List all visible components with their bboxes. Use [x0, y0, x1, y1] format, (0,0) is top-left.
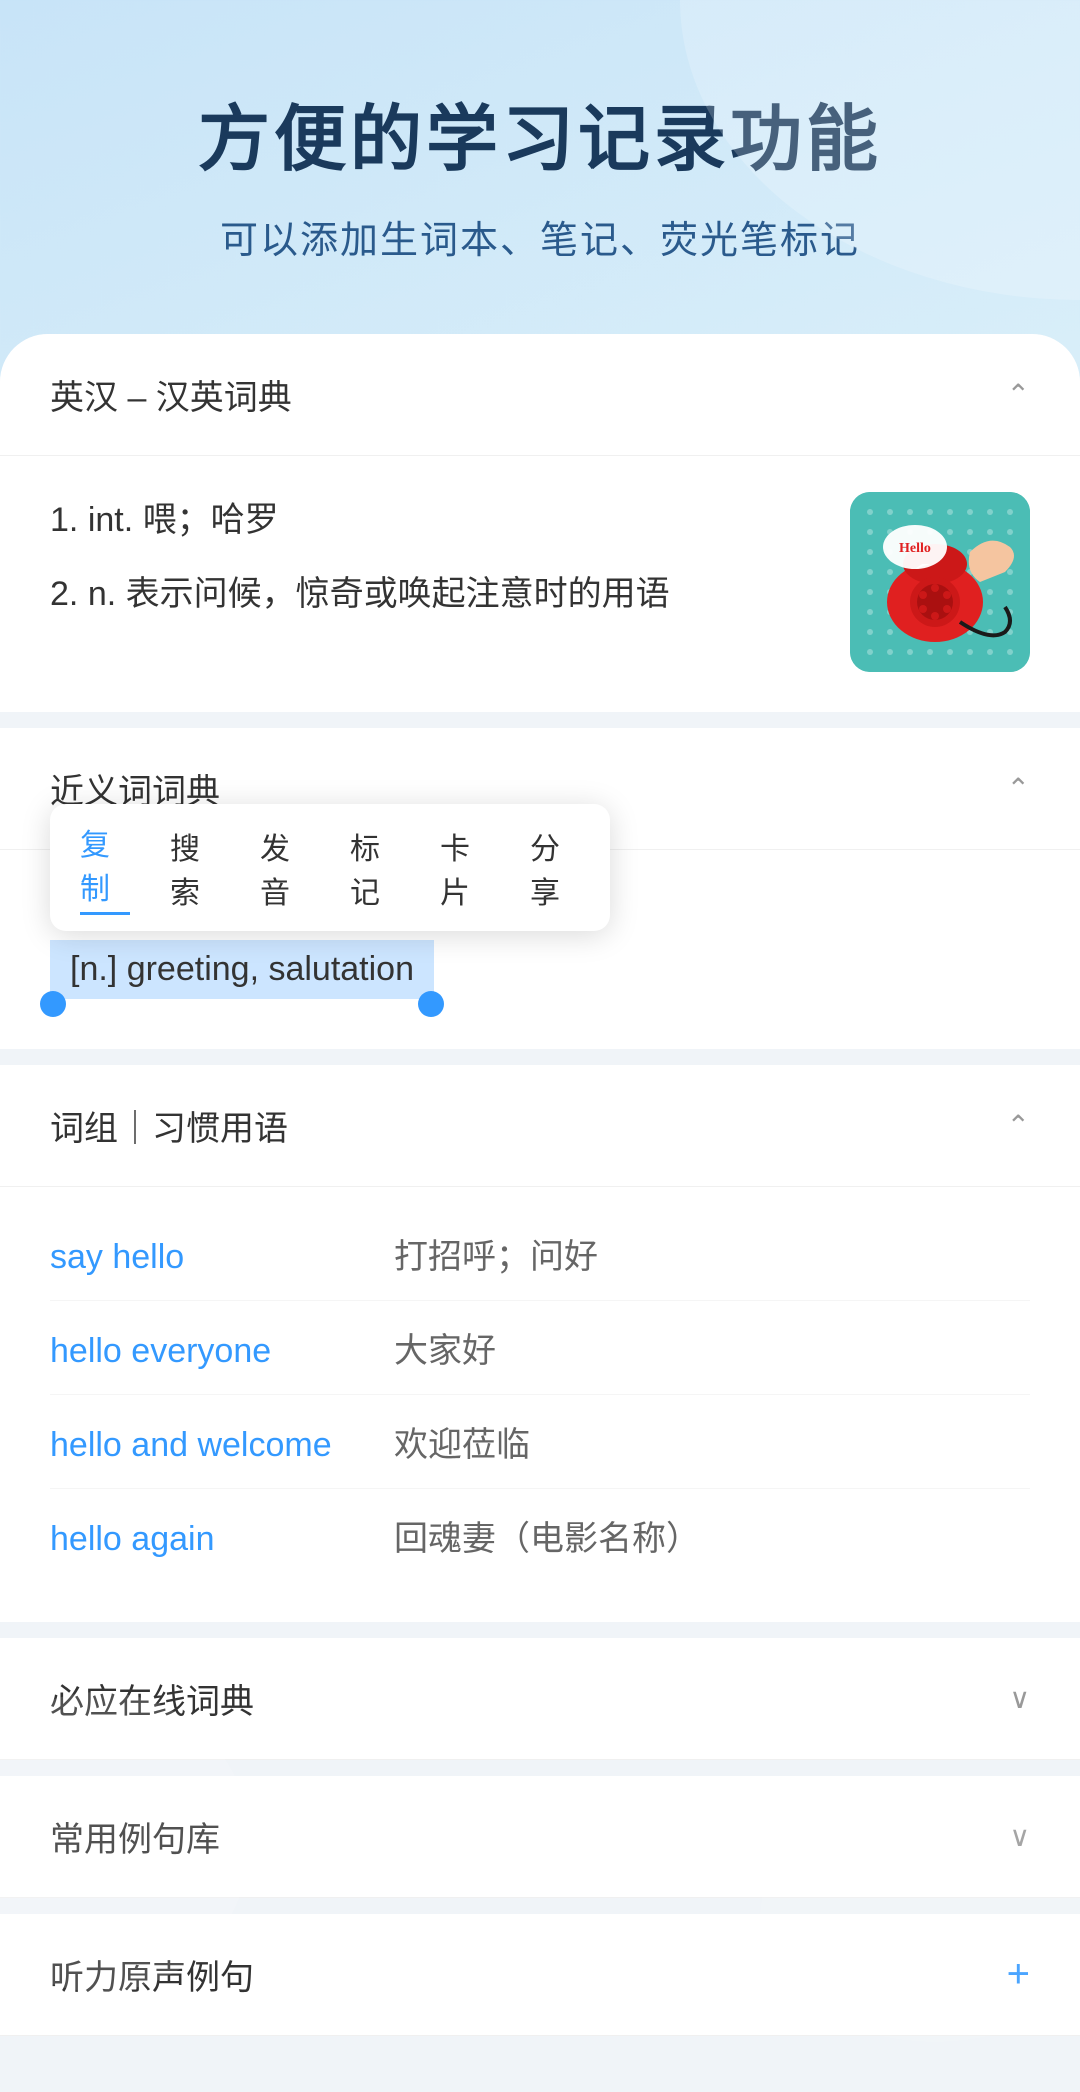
chevron-up-icon-syn: ⌃: [1007, 772, 1030, 805]
def-num-2: 2.: [50, 575, 88, 613]
phrase-zh-4: 回魂妻（电影名称）: [394, 1511, 700, 1560]
context-menu-card[interactable]: 卡片: [440, 824, 490, 912]
chevron-down-icon-changyong: ∨: [1010, 1820, 1031, 1853]
def-text-1: int. 喂；哈罗: [88, 501, 279, 539]
context-menu: 复制 搜索 发音 标记 卡片 分享: [50, 804, 610, 931]
phrases-title: 词组｜习惯用语: [50, 1101, 288, 1150]
phrase-item-3[interactable]: hello and welcome 欢迎莅临: [50, 1395, 1030, 1489]
phrase-item-4[interactable]: hello again 回魂妻（电影名称）: [50, 1489, 1030, 1582]
biying-title: 必应在线词典: [50, 1674, 254, 1723]
context-menu-copy[interactable]: 复制: [80, 820, 130, 915]
header-subtitle: 可以添加生词本、笔记、荧光笔标记: [60, 209, 1020, 264]
changyong-header[interactable]: 常用例句库 ∨: [0, 1776, 1080, 1898]
phrase-item-1[interactable]: say hello 打招呼；问好: [50, 1207, 1030, 1301]
tingli-title: 听力原声例句: [50, 1950, 254, 1999]
header-title: 方便的学习记录功能: [60, 80, 1020, 185]
definition-2: 2. n. 表示问候，惊奇或唤起注意时的用语: [50, 566, 820, 624]
english-chinese-title: 英汉 – 汉英词典: [50, 370, 292, 419]
changyong-title: 常用例句库: [50, 1812, 220, 1861]
chevron-up-icon-ec: ⌃: [1007, 378, 1030, 411]
svg-text:Hello: Hello: [899, 541, 931, 556]
definition-1: 1. int. 喂；哈罗: [50, 492, 820, 550]
phrase-en-3: hello and welcome: [50, 1426, 370, 1465]
def-text-2: n. 表示问候，惊奇或唤起注意时的用语: [88, 575, 670, 613]
english-chinese-header[interactable]: 英汉 – 汉英词典 ⌃: [0, 334, 1080, 456]
context-menu-search[interactable]: 搜索: [170, 824, 220, 912]
selection-handle-left: [40, 991, 66, 1017]
context-menu-pronounce[interactable]: 发音: [260, 824, 310, 912]
biying-header[interactable]: 必应在线词典 ∨: [0, 1638, 1080, 1760]
plus-icon-tingli[interactable]: +: [1007, 1952, 1030, 1997]
main-card: 英汉 – 汉英词典 ⌃ 1. int. 喂；哈罗 2. n. 表示问候，惊奇或唤…: [0, 334, 1080, 2092]
context-menu-share[interactable]: 分享: [530, 824, 580, 912]
phrase-en-1: say hello: [50, 1238, 370, 1277]
phrase-en-2: hello everyone: [50, 1332, 370, 1371]
selection-handle-right: [418, 991, 444, 1017]
header: 方便的学习记录功能 可以添加生词本、笔记、荧光笔标记: [0, 0, 1080, 314]
phrases-section: 词组｜习惯用语 ⌃ say hello 打招呼；问好 hello everyon…: [0, 1065, 1080, 1622]
phrases-content: say hello 打招呼；问好 hello everyone 大家好 hell…: [0, 1187, 1080, 1622]
english-chinese-content: 1. int. 喂；哈罗 2. n. 表示问候，惊奇或唤起注意时的用语: [0, 456, 1080, 712]
highlighted-text-container: [n.] greeting, salutation: [50, 940, 434, 999]
dict-definitions: 1. int. 喂；哈罗 2. n. 表示问候，惊奇或唤起注意时的用语: [50, 492, 820, 640]
def-num-1: 1.: [50, 501, 88, 539]
synonyms-section: 近义词词典 ⌃ 复制 搜索 发音 标记 卡片 分享 [n.] greeting,…: [0, 728, 1080, 1049]
phrase-item-2[interactable]: hello everyone 大家好: [50, 1301, 1030, 1395]
phrase-zh-1: 打招呼；问好: [394, 1229, 598, 1278]
context-menu-mark[interactable]: 标记: [350, 824, 400, 912]
chevron-up-icon-phrases: ⌃: [1007, 1109, 1030, 1142]
tingli-section: 听力原声例句 +: [0, 1914, 1080, 2036]
biying-section: 必应在线词典 ∨: [0, 1638, 1080, 1760]
highlighted-text: [n.] greeting, salutation: [50, 940, 434, 999]
english-chinese-section: 英汉 – 汉英词典 ⌃ 1. int. 喂；哈罗 2. n. 表示问候，惊奇或唤…: [0, 334, 1080, 712]
synonyms-content: [n.] greeting, salutation: [0, 920, 1080, 1049]
phrase-zh-2: 大家好: [394, 1323, 496, 1372]
phrase-zh-3: 欢迎莅临: [394, 1417, 530, 1466]
changyong-section: 常用例句库 ∨: [0, 1776, 1080, 1898]
phrase-en-4: hello again: [50, 1520, 370, 1559]
hello-illustration: Hello: [850, 492, 1030, 672]
phrases-header[interactable]: 词组｜习惯用语 ⌃: [0, 1065, 1080, 1187]
chevron-down-icon-biying: ∨: [1010, 1682, 1031, 1715]
tingli-header[interactable]: 听力原声例句 +: [0, 1914, 1080, 2036]
